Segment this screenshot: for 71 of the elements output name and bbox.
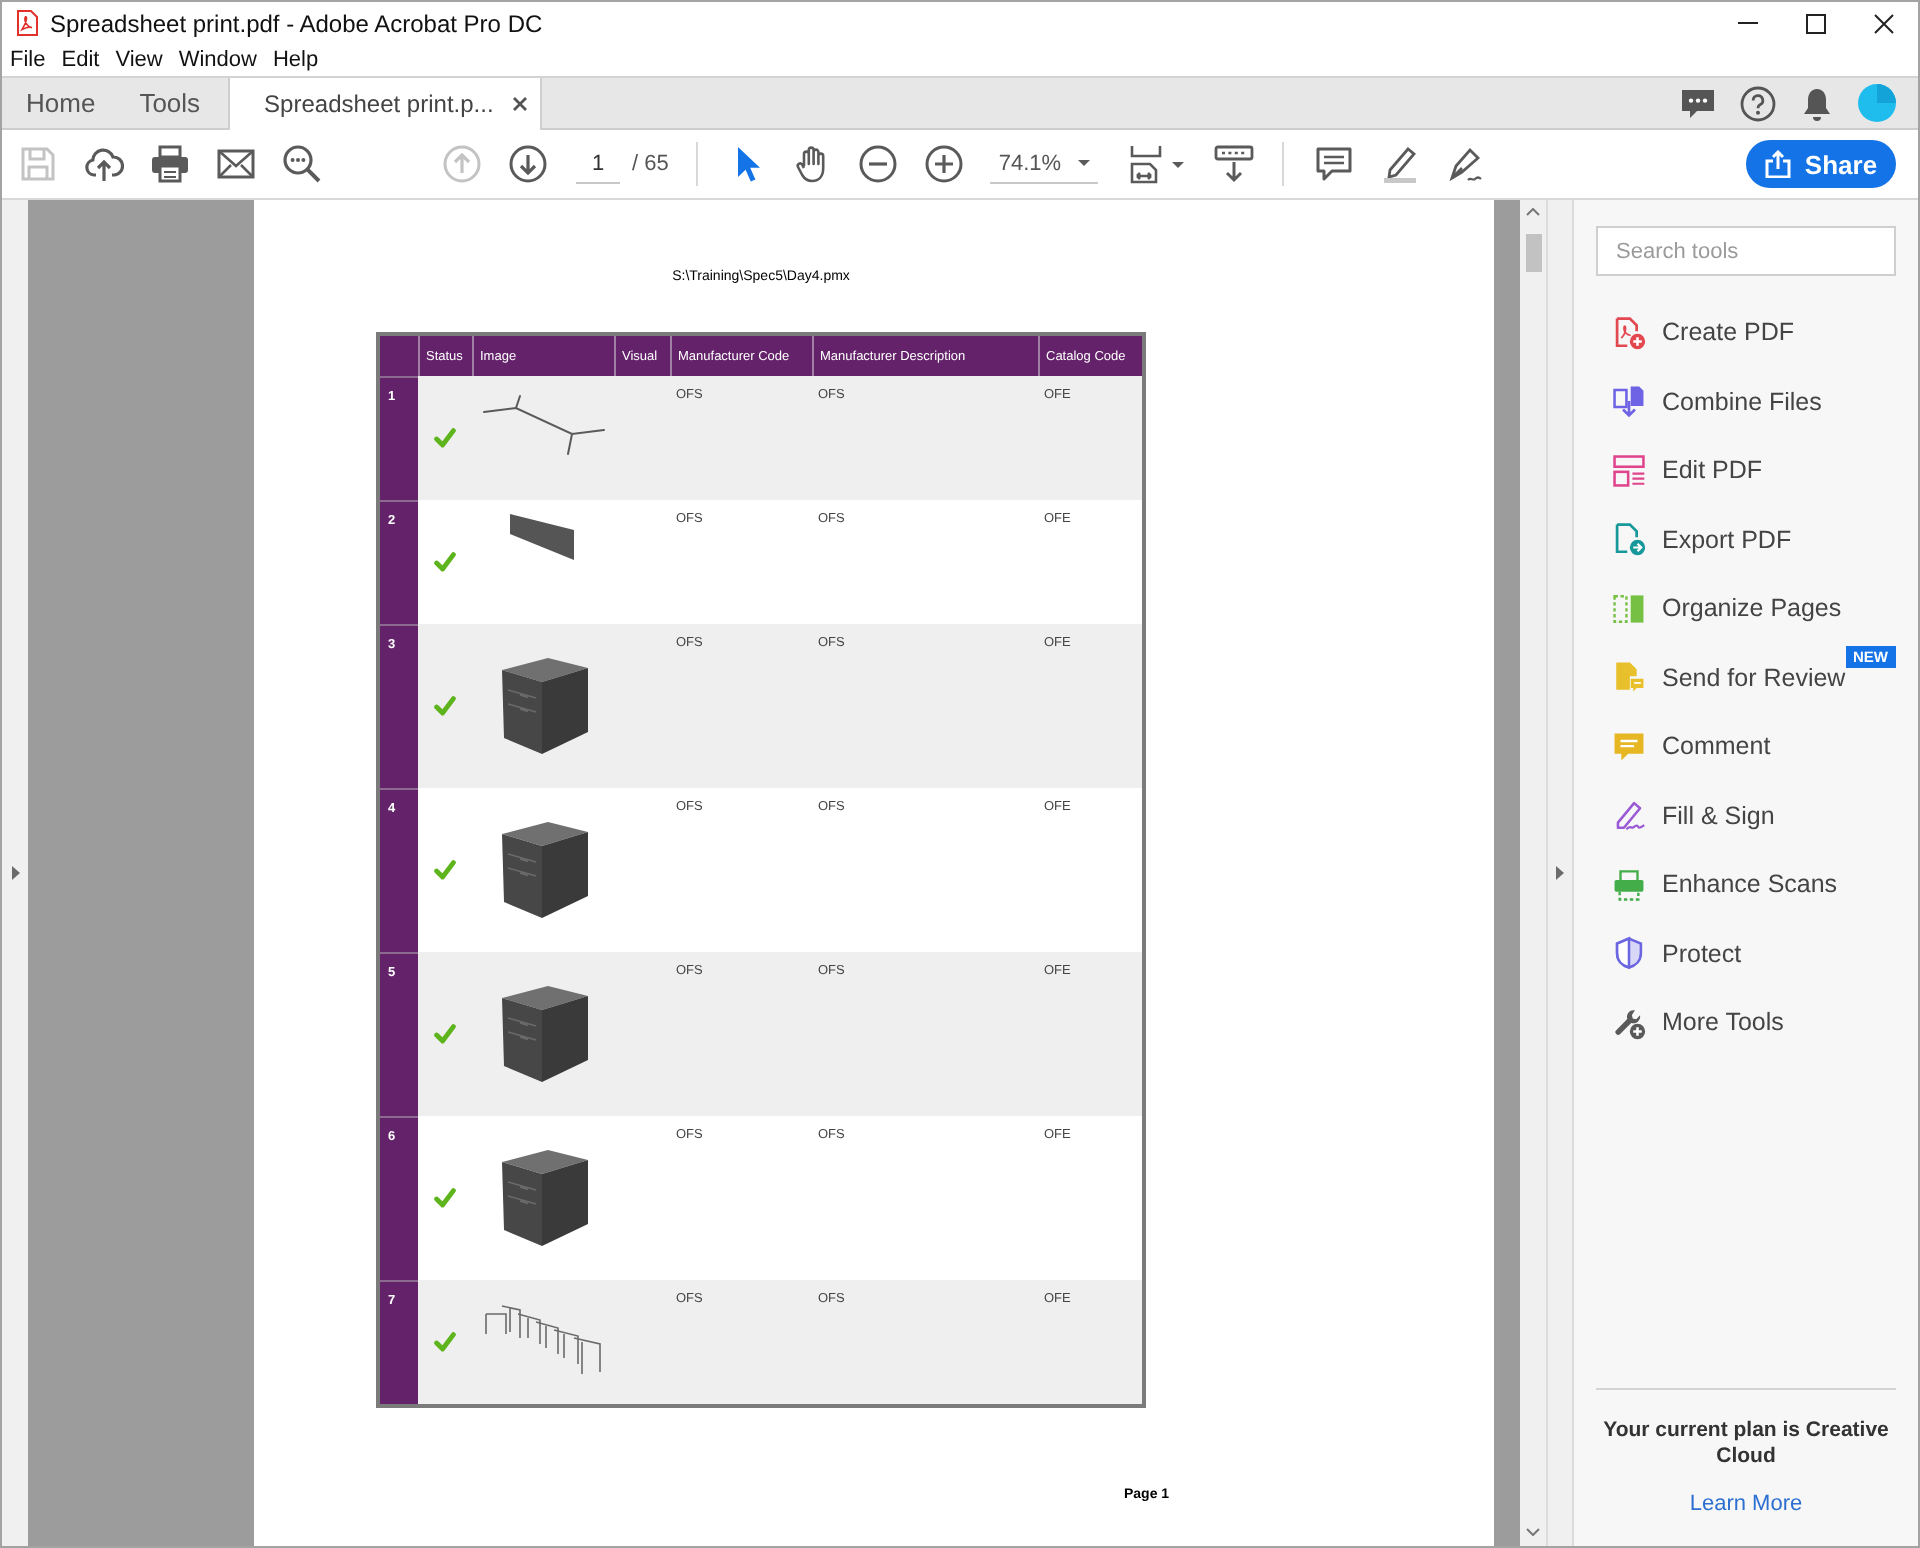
panel-drawing (508, 510, 578, 564)
search-field[interactable]: Search tools (1596, 226, 1896, 276)
comment-icon[interactable] (1314, 144, 1355, 184)
tool-item[interactable]: Fill & Sign (1574, 781, 1918, 850)
tab[interactable]: Home (2, 78, 116, 128)
tool-item[interactable]: Organize Pages (1574, 574, 1918, 643)
cabinet-drawing (497, 820, 589, 920)
tool-item[interactable]: Create PDF (1574, 298, 1918, 367)
print-icon[interactable] (150, 144, 190, 184)
zoom-out-icon[interactable] (858, 144, 899, 184)
arrow-down-icon[interactable] (508, 144, 548, 184)
tool-item[interactable]: Comment (1574, 712, 1918, 781)
tool-item[interactable]: Protect (1574, 919, 1918, 988)
mail-icon[interactable] (216, 144, 256, 184)
menu-item[interactable]: Edit (53, 48, 108, 72)
expand-arrow-icon[interactable] (1556, 866, 1564, 880)
zoom-in-icon[interactable] (924, 144, 965, 184)
scanner-icon (1612, 867, 1646, 902)
plan-message: Your current plan is Creative Cloud (1601, 1418, 1891, 1470)
scroll-mode-icon[interactable] (1214, 144, 1255, 184)
layout-icon (1612, 453, 1646, 488)
share-button[interactable]: Share (1746, 140, 1896, 188)
share-icon (1764, 150, 1793, 178)
cabinet-drawing (497, 1148, 589, 1248)
tool-item[interactable]: Combine Files (1574, 367, 1918, 436)
speech-bubble-icon (1612, 729, 1646, 764)
documents-arrow-icon (1612, 384, 1646, 419)
expand-arrow-icon[interactable] (11, 866, 19, 880)
caret-icon (1078, 160, 1091, 166)
fit-page-icon[interactable] (1126, 144, 1167, 184)
tool-item[interactable]: Export PDF (1574, 505, 1918, 574)
zoom-field[interactable]: 74.1% (990, 144, 1099, 184)
tab[interactable]: Spreadsheet print.p... (228, 78, 542, 130)
scrollbar[interactable] (1520, 200, 1546, 1546)
tool-item[interactable]: Enhance Scans (1574, 850, 1918, 919)
cabinet-drawing (497, 984, 589, 1084)
scroll-thumb[interactable] (1525, 234, 1541, 272)
search-icon[interactable] (282, 144, 322, 184)
shield-icon (1612, 936, 1646, 971)
pen-nib-icon[interactable] (1446, 144, 1487, 184)
close-icon[interactable] (1874, 13, 1894, 33)
tab[interactable]: Tools (115, 78, 221, 128)
chat-icon[interactable] (1680, 87, 1716, 119)
menu-item[interactable]: Help (264, 48, 327, 72)
help-icon[interactable] (1740, 85, 1776, 121)
cloud-upload-icon[interactable] (84, 144, 124, 184)
pages-icon (1612, 591, 1646, 626)
caret-icon[interactable] (1172, 161, 1185, 167)
wrench-plus-icon (1612, 1005, 1646, 1040)
menu-item[interactable]: Window (170, 48, 265, 72)
page-number-field[interactable]: 1 (576, 144, 620, 184)
maximize-icon[interactable] (1806, 13, 1826, 33)
tool-item[interactable]: Edit PDF (1574, 436, 1918, 505)
cabinet-drawing (497, 656, 589, 756)
document-arrow-icon (1612, 522, 1646, 557)
window-title: Spreadsheet print.pdf - Adobe Acrobat Pro DC (50, 9, 543, 37)
learn-more-link[interactable]: Learn More (1689, 1492, 1803, 1516)
bell-icon[interactable] (1800, 85, 1834, 121)
pen-icon (1612, 798, 1646, 833)
pdf-icon (16, 10, 38, 36)
table-frame-drawing (481, 394, 605, 456)
document-comment-icon (1612, 660, 1646, 695)
caret-down-icon[interactable] (1526, 1528, 1540, 1536)
document-plus-icon (1612, 315, 1646, 350)
page-count: / 65 (632, 152, 669, 176)
menu-item[interactable]: View (107, 48, 171, 72)
menu-item[interactable]: File (2, 48, 54, 72)
tool-item[interactable]: More Tools (1574, 988, 1918, 1057)
highlighter-icon[interactable] (1380, 144, 1421, 184)
close-icon[interactable] (511, 96, 528, 112)
caret-up-icon[interactable] (1526, 208, 1540, 216)
